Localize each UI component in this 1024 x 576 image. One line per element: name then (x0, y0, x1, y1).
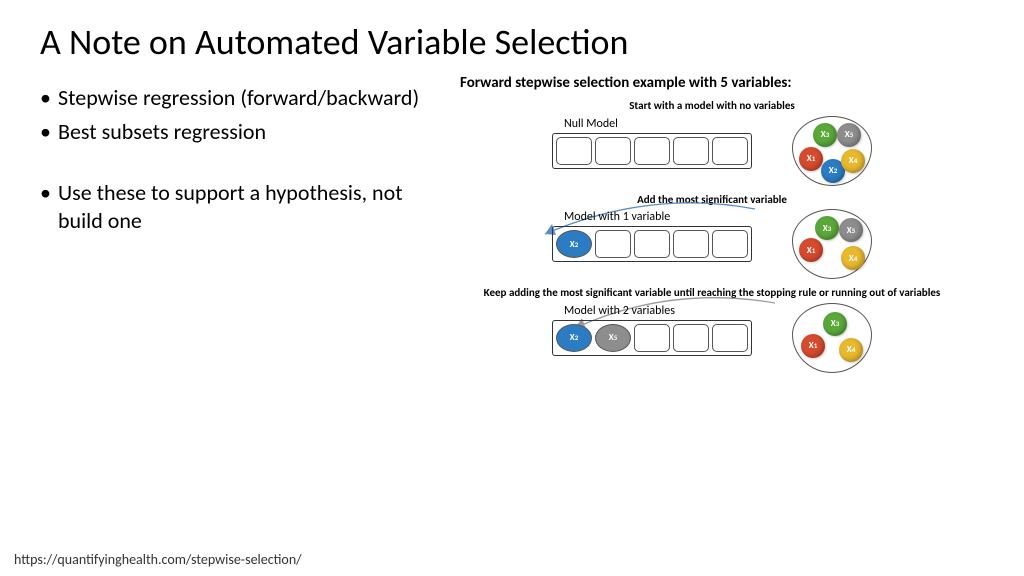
model-slot (673, 230, 709, 258)
model-slot (634, 324, 670, 352)
diagram-title: Forward stepwise selection example with … (460, 74, 984, 92)
variable-ball: X1 (801, 334, 825, 358)
model-label: Model with 1 variable (564, 210, 670, 224)
model-slot-filled: X2 (556, 324, 592, 352)
model-box: X2 X5 (552, 320, 752, 356)
slide-title: A Note on Automated Variable Selection (0, 0, 1024, 74)
step-caption: Add the most significant variable (440, 194, 984, 207)
model-slot (634, 230, 670, 258)
model-label: Null Model (564, 117, 618, 131)
variable-ball: X4 (841, 246, 865, 270)
variable-ball: X1 (799, 238, 823, 262)
bullet-item: Stepwise regression (forward/backward) (40, 84, 420, 112)
model-label: Model with 2 variables (564, 304, 675, 318)
model-slot (712, 230, 748, 258)
step-caption: Keep adding the most significant variabl… (440, 287, 984, 300)
variable-ball: X5 (837, 123, 861, 147)
variable-ball: X4 (841, 149, 865, 173)
model-slot-filled: X5 (595, 324, 631, 352)
variable-ball: X1 (799, 147, 823, 171)
step-caption: Start with a model with no variables (440, 100, 984, 113)
bullet-item: Best subsets regression (40, 118, 420, 146)
diagram-step-2: Add the most significant variable Model … (440, 194, 984, 280)
diagram-step-1: Start with a model with no variables Nul… (440, 100, 984, 186)
model-box: X2 (552, 226, 752, 262)
variable-pool: X1X3X4 (792, 303, 872, 373)
slide-body: Stepwise regression (forward/backward) B… (0, 74, 1024, 381)
model-slot-filled: X2 (556, 230, 592, 258)
variable-ball: X3 (813, 123, 837, 147)
variable-pool: X1X3X4 X5 (792, 209, 872, 279)
variable-pool: X1X2X3X4X5 (792, 116, 872, 186)
bullet-list: Stepwise regression (forward/backward) B… (40, 74, 420, 381)
model-slot (712, 137, 748, 165)
model-slot (595, 230, 631, 258)
diagram-step-3: Keep adding the most significant variabl… (440, 287, 984, 373)
model-slot (673, 137, 709, 165)
model-slot (712, 324, 748, 352)
variable-ball: X5 (839, 218, 863, 242)
bullet-item: Use these to support a hypothesis, not b… (40, 179, 420, 234)
model-slot (595, 137, 631, 165)
source-url: https://quantifyinghealth.com/stepwise-s… (14, 551, 302, 568)
variable-ball: X4 (839, 338, 863, 362)
model-slot (634, 137, 670, 165)
diagram: Forward stepwise selection example with … (440, 74, 984, 381)
variable-ball: X3 (815, 216, 839, 240)
model-box (552, 133, 752, 169)
variable-ball: X3 (823, 312, 847, 336)
model-slot (556, 137, 592, 165)
model-slot (673, 324, 709, 352)
